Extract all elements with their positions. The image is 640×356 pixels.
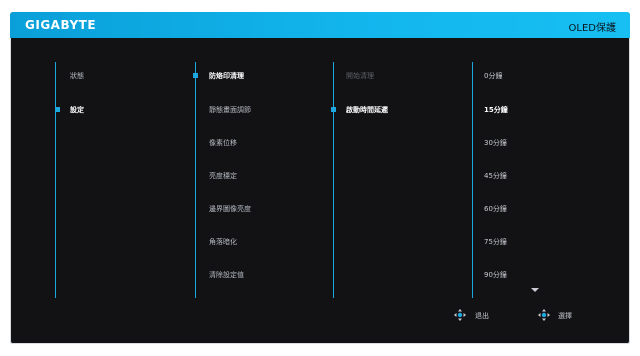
submenu-item-reset[interactable]: 清除設定值 bbox=[209, 270, 244, 280]
delay-option-45[interactable]: 45分鐘 bbox=[484, 171, 507, 181]
joystick-icon bbox=[454, 309, 466, 321]
submenu-item-brightness-stabilize[interactable]: 亮度穩定 bbox=[209, 171, 237, 181]
delay-option-60[interactable]: 60分鐘 bbox=[484, 204, 507, 214]
submenu-item-static-screen[interactable]: 靜態畫面調節 bbox=[209, 105, 251, 115]
menu-item-status[interactable]: 狀態 bbox=[70, 71, 84, 81]
menu-item-settings[interactable]: 設定 bbox=[70, 105, 84, 115]
scroll-down-icon[interactable] bbox=[531, 288, 539, 292]
delay-option-75[interactable]: 75分鐘 bbox=[484, 237, 507, 247]
delay-option-15[interactable]: 15分鐘 bbox=[484, 105, 508, 115]
submenu-item-border-brightness[interactable]: 邊界圖像亮度 bbox=[209, 204, 251, 214]
submenu-item-burn-in-clean[interactable]: 防烙印清理 bbox=[209, 71, 244, 81]
exit-hint-label: 退出 bbox=[475, 312, 489, 320]
selection-marker bbox=[193, 73, 198, 78]
option-start-clean[interactable]: 開始清理 bbox=[346, 71, 374, 81]
mode-title: OLED保護 bbox=[568, 23, 616, 34]
column-divider-3 bbox=[333, 62, 334, 298]
submenu-item-corner-dimming[interactable]: 角落暗化 bbox=[209, 237, 237, 247]
column-divider-4 bbox=[472, 62, 473, 298]
osd-header: GIGABYTE OLED保護 bbox=[10, 12, 630, 38]
column-divider-2 bbox=[195, 62, 196, 298]
submenu-item-pixel-shift[interactable]: 像素位移 bbox=[209, 138, 237, 148]
select-hint-label: 選擇 bbox=[558, 312, 572, 320]
option-startup-delay[interactable]: 啟動時間延遲 bbox=[346, 105, 388, 115]
column-divider-1 bbox=[55, 62, 56, 298]
osd-window: GIGABYTE OLED保護 狀態 設定 防烙印清理 靜態畫面調節 像素位移 … bbox=[10, 12, 630, 344]
joystick-icon bbox=[538, 309, 550, 321]
selection-marker bbox=[331, 107, 336, 112]
brand-logo: GIGABYTE bbox=[25, 18, 97, 32]
selection-marker bbox=[55, 107, 60, 112]
delay-option-90[interactable]: 90分鐘 bbox=[484, 270, 507, 280]
delay-option-30[interactable]: 30分鐘 bbox=[484, 138, 507, 148]
delay-option-0[interactable]: 0分鐘 bbox=[484, 71, 502, 81]
